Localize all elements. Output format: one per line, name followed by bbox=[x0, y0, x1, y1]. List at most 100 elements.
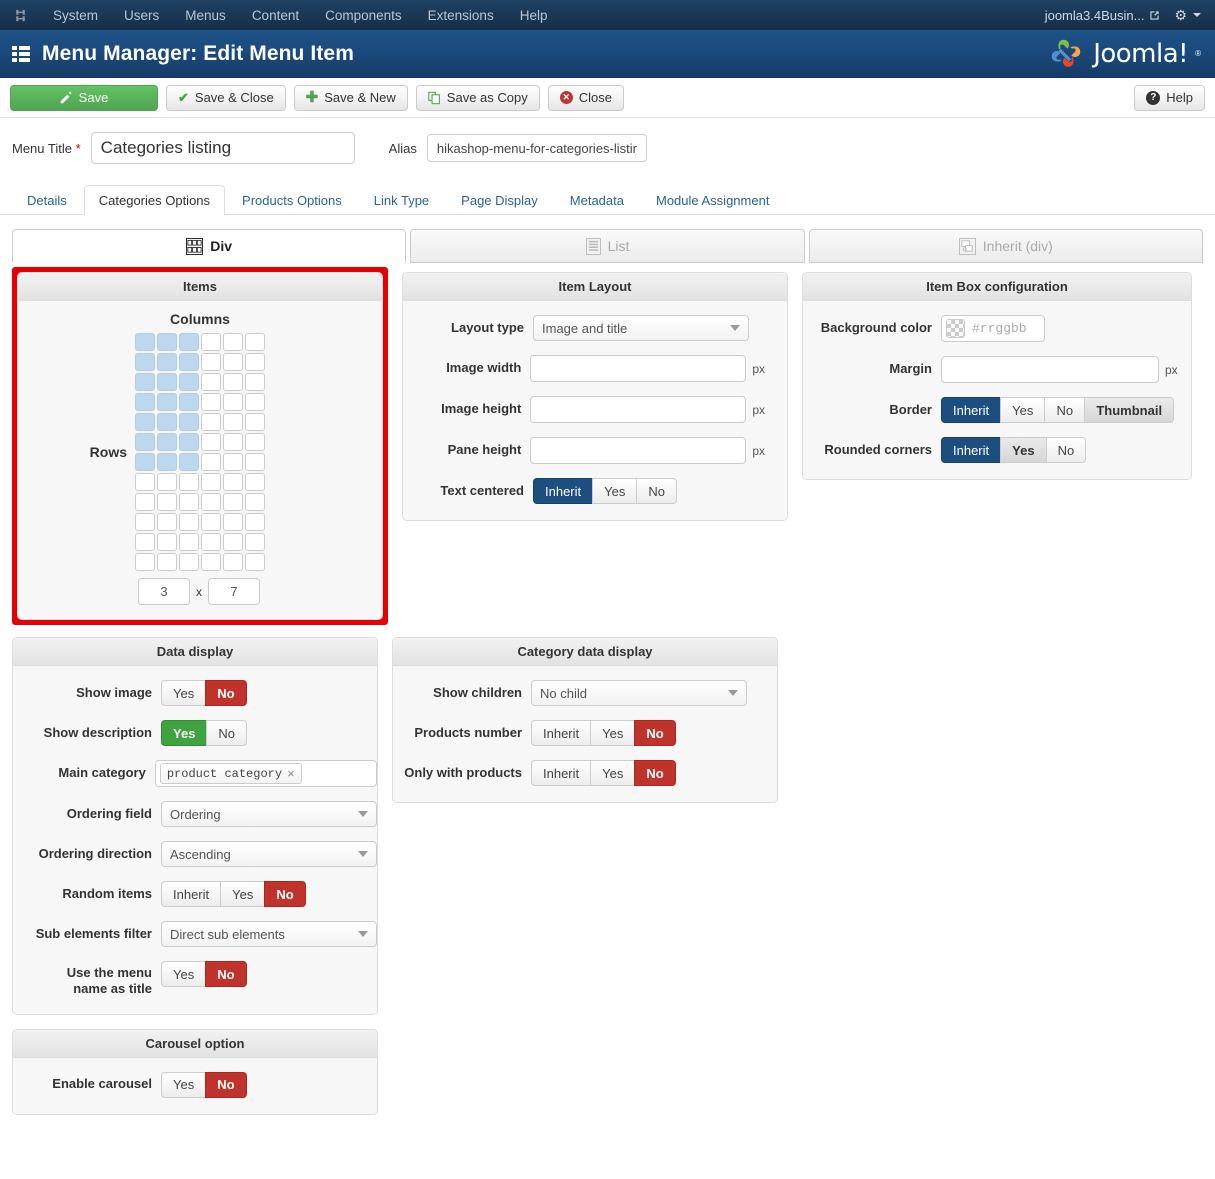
text-centered-inherit[interactable]: Inherit bbox=[533, 478, 593, 504]
grid-cell[interactable] bbox=[179, 353, 199, 371]
grid-cell[interactable] bbox=[245, 393, 265, 411]
grid-cell[interactable] bbox=[179, 393, 199, 411]
pane-height-input[interactable] bbox=[530, 437, 747, 464]
grid-cell[interactable] bbox=[201, 413, 221, 431]
margin-input[interactable] bbox=[941, 356, 1159, 383]
chevron-down-icon[interactable] bbox=[1193, 13, 1201, 17]
grid-cell[interactable] bbox=[201, 533, 221, 551]
grid-cell[interactable] bbox=[201, 333, 221, 351]
grid-cell[interactable] bbox=[135, 433, 155, 451]
random-items-no[interactable]: No bbox=[264, 881, 306, 907]
grid-cell[interactable] bbox=[245, 553, 265, 571]
grid-cell[interactable] bbox=[223, 453, 243, 471]
border-no[interactable]: No bbox=[1044, 397, 1085, 423]
menu-item-help[interactable]: Help bbox=[507, 2, 561, 29]
grid-cell[interactable] bbox=[201, 513, 221, 531]
grid-cell[interactable] bbox=[223, 533, 243, 551]
show-children-select[interactable]: No child bbox=[531, 680, 747, 706]
show-description-yes[interactable]: Yes bbox=[161, 720, 207, 746]
grid-cell[interactable] bbox=[135, 353, 155, 371]
grid-cell[interactable] bbox=[245, 333, 265, 351]
close-button[interactable]: ✕ Close bbox=[547, 84, 624, 111]
show-image-yes[interactable]: Yes bbox=[161, 680, 206, 706]
text-centered-yes[interactable]: Yes bbox=[592, 478, 637, 504]
rounded-yes[interactable]: Yes bbox=[1000, 437, 1046, 463]
grid-cell[interactable] bbox=[135, 513, 155, 531]
tab-products-options[interactable]: Products Options bbox=[227, 185, 357, 215]
menu-title-input[interactable] bbox=[90, 132, 355, 164]
grid-cell[interactable] bbox=[201, 553, 221, 571]
products-number-inherit[interactable]: Inherit bbox=[531, 720, 591, 746]
tab-categories-options[interactable]: Categories Options bbox=[83, 185, 226, 215]
grid-cell[interactable] bbox=[223, 473, 243, 491]
grid-cell[interactable] bbox=[179, 513, 199, 531]
menu-item-system[interactable]: System bbox=[40, 2, 111, 29]
grid-cell[interactable] bbox=[201, 493, 221, 511]
grid-cell[interactable] bbox=[179, 433, 199, 451]
image-height-input[interactable] bbox=[530, 396, 747, 423]
grid-cell[interactable] bbox=[179, 413, 199, 431]
grid-cell[interactable] bbox=[135, 413, 155, 431]
grid-cell[interactable] bbox=[245, 533, 265, 551]
rounded-inherit[interactable]: Inherit bbox=[941, 437, 1001, 463]
rounded-no[interactable]: No bbox=[1045, 437, 1087, 463]
grid-cell[interactable] bbox=[179, 373, 199, 391]
grid-cell[interactable] bbox=[135, 533, 155, 551]
use-menu-name-no[interactable]: No bbox=[205, 961, 247, 987]
only-with-products-yes[interactable]: Yes bbox=[590, 760, 635, 786]
only-with-products-inherit[interactable]: Inherit bbox=[531, 760, 591, 786]
menu-item-menus[interactable]: Menus bbox=[172, 2, 239, 29]
grid-cell[interactable] bbox=[223, 333, 243, 351]
border-thumbnail[interactable]: Thumbnail bbox=[1084, 397, 1175, 423]
grid-cell[interactable] bbox=[157, 333, 177, 351]
grid-cell[interactable] bbox=[157, 433, 177, 451]
enable-carousel-yes[interactable]: Yes bbox=[161, 1071, 206, 1098]
grid-cell[interactable] bbox=[135, 393, 155, 411]
image-width-input[interactable] bbox=[530, 355, 747, 382]
text-centered-no[interactable]: No bbox=[636, 478, 677, 504]
subtab-list[interactable]: List bbox=[410, 229, 805, 263]
tab-metadata[interactable]: Metadata bbox=[555, 185, 639, 215]
grid-cell[interactable] bbox=[135, 553, 155, 571]
use-menu-name-yes[interactable]: Yes bbox=[161, 961, 206, 987]
menu-item-components[interactable]: Components bbox=[312, 2, 415, 29]
grid-cell[interactable] bbox=[135, 493, 155, 511]
grid-cell[interactable] bbox=[245, 353, 265, 371]
ordering-field-select[interactable]: Ordering bbox=[161, 801, 377, 827]
grid-cell[interactable] bbox=[157, 493, 177, 511]
save-and-close-button[interactable]: ✔ Save & Close bbox=[166, 84, 286, 111]
grid-cell[interactable] bbox=[223, 493, 243, 511]
subtab-div[interactable]: Div bbox=[12, 229, 407, 263]
save-button[interactable]: Save bbox=[10, 84, 158, 111]
site-name-link[interactable]: joomla3.4Busin... bbox=[1035, 8, 1171, 23]
grid-cell[interactable] bbox=[179, 493, 199, 511]
enable-carousel-no[interactable]: No bbox=[205, 1071, 247, 1098]
grid-cell[interactable] bbox=[223, 553, 243, 571]
border-inherit[interactable]: Inherit bbox=[941, 397, 1001, 423]
remove-token-icon[interactable]: × bbox=[287, 766, 295, 781]
grid-cell[interactable] bbox=[179, 473, 199, 491]
grid-cell[interactable] bbox=[201, 473, 221, 491]
grid-cell[interactable] bbox=[135, 473, 155, 491]
color-swatch-icon[interactable] bbox=[946, 319, 965, 338]
grid-cell[interactable] bbox=[201, 353, 221, 371]
help-button[interactable]: ? Help bbox=[1134, 84, 1205, 111]
grid-cell[interactable] bbox=[157, 373, 177, 391]
save-as-copy-button[interactable]: Save as Copy bbox=[415, 84, 540, 111]
layout-type-select[interactable]: Image and title bbox=[533, 315, 749, 341]
grid-cell[interactable] bbox=[157, 513, 177, 531]
grid-cell[interactable] bbox=[245, 453, 265, 471]
grid-cell[interactable] bbox=[245, 513, 265, 531]
tab-link-type[interactable]: Link Type bbox=[359, 185, 444, 215]
subtab-inherit-div[interactable]: Inherit (div) bbox=[808, 229, 1203, 263]
grid-cell[interactable] bbox=[245, 373, 265, 391]
grid-cell[interactable] bbox=[157, 473, 177, 491]
grid-cell[interactable] bbox=[201, 373, 221, 391]
products-number-yes[interactable]: Yes bbox=[590, 720, 635, 746]
grid-cell[interactable] bbox=[245, 493, 265, 511]
only-with-products-no[interactable]: No bbox=[634, 760, 676, 786]
columns-number-input[interactable]: 3 bbox=[138, 578, 190, 605]
grid-cell[interactable] bbox=[201, 433, 221, 451]
grid-cell[interactable] bbox=[135, 373, 155, 391]
random-items-inherit[interactable]: Inherit bbox=[161, 881, 221, 907]
